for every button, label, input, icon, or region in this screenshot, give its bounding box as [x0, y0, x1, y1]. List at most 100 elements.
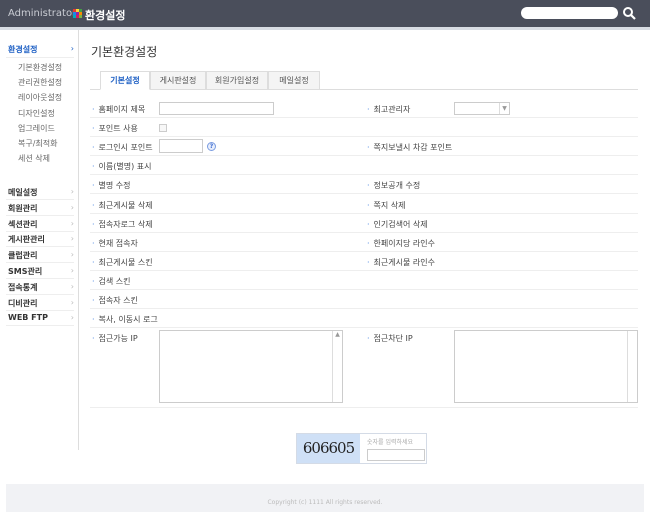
divider — [6, 262, 74, 264]
form-row: 검색 스킨 — [90, 271, 638, 290]
field-label: 현재 접속자 — [92, 238, 138, 249]
field-label: 쪽지보낼시 차감 포인트 — [367, 142, 453, 153]
field-label: 검색 스킨 — [92, 276, 131, 287]
sidebar-item[interactable]: 접속통계 › — [8, 282, 74, 293]
header-divider — [0, 27, 650, 30]
captcha-image: 606605 — [297, 434, 360, 463]
field-label: 최근게시물 라인수 — [367, 257, 435, 268]
tab[interactable]: 메일설정 — [268, 71, 320, 90]
help-icon[interactable]: ? — [207, 142, 216, 152]
header-title: 환경설정 — [85, 9, 126, 22]
chevron-right-icon: › — [70, 297, 74, 307]
homepage-title-input[interactable] — [159, 102, 274, 115]
captcha-input[interactable] — [367, 449, 425, 461]
sidebar: 환경설정 › 기본환경설정관리권한설정레이아웃설정디자인설정업그레이드복구/최적화세… — [0, 30, 79, 450]
field-label: 복사, 이동시 로그 — [92, 314, 158, 325]
sidebar-item-label: 접속통계 — [8, 282, 38, 292]
captcha: 606605 숫자를 입력하세요 — [296, 433, 427, 464]
form-row: 접근가능 IP 접근차단 IP ▲ — [90, 328, 638, 409]
field-label: 이름(별명) 표시 — [92, 161, 152, 172]
divider — [6, 199, 74, 200]
field-label: 로그인시 포인트 — [92, 142, 153, 153]
field-label: 최고관리자 — [367, 104, 411, 115]
scrollbar[interactable] — [627, 331, 637, 403]
divider — [6, 230, 74, 232]
field-label: 접속자 스킨 — [92, 295, 138, 306]
sidebar-item[interactable]: WEB FTP › — [8, 313, 74, 322]
tab[interactable]: 회원가입설정 — [206, 71, 268, 90]
sidebar-item-label: 게시판관리 — [8, 235, 45, 245]
field-label: 홈페이지 제목 — [92, 104, 146, 115]
divider — [6, 57, 74, 58]
footer: Copyright (c) 1111 All rights reserved. — [6, 484, 644, 512]
sidebar-item-label: 섹션관리 — [8, 219, 38, 229]
sidebar-item-label: 클럽관리 — [8, 251, 38, 261]
chevron-right-icon: › — [70, 234, 74, 244]
field-label: 최근게시물 삭제 — [92, 200, 153, 211]
ip-allow-textarea[interactable]: ▲ — [159, 330, 343, 404]
sidebar-item[interactable]: 메일설정 › — [8, 187, 74, 198]
tab[interactable]: 기본설정 — [100, 71, 150, 90]
chevron-right-icon: › — [70, 218, 74, 228]
form-row: 로그인시 포인트 쪽지보낼시 차감 포인트? — [90, 137, 638, 157]
field-label: 포인트 사용 — [92, 123, 138, 134]
sidebar-subitem[interactable]: 디자인설정 — [18, 108, 55, 119]
field-label: 정보공개 수정 — [367, 180, 421, 191]
sidebar-item[interactable]: 게시판관리 › — [8, 234, 74, 245]
sidebar-subitem[interactable]: 기본환경설정 — [18, 62, 62, 73]
sidebar-item-label: WEB FTP — [8, 313, 48, 323]
sidebar-subitem[interactable]: 업그레이드 — [18, 123, 55, 134]
form-row: 별명 수정 정보공개 수정 — [90, 175, 638, 195]
field-label: 별명 수정 — [92, 180, 131, 191]
sidebar-item-label: 디비관리 — [8, 298, 38, 308]
page-title: 기본환경설정 — [91, 45, 158, 59]
search-input[interactable] — [521, 7, 618, 19]
sidebar-subitem[interactable]: 세션 삭제 — [18, 153, 50, 164]
form-row: 접속자 스킨 — [90, 290, 638, 309]
divider — [6, 214, 74, 216]
chevron-down-icon: ▼ — [499, 103, 509, 114]
form-row: 이름(별명) 표시 — [90, 156, 638, 176]
field-label: 한페이지당 라인수 — [367, 238, 435, 249]
sidebar-subitem[interactable]: 레이아웃설정 — [18, 92, 62, 103]
sidebar-item[interactable]: 디비관리 › — [8, 298, 74, 309]
form-row: 최근게시물 스킨 최근게시물 라인수 — [90, 252, 638, 271]
chevron-right-icon: › — [70, 250, 74, 260]
sidebar-item[interactable]: 클럽관리 › — [8, 250, 74, 261]
ip-block-textarea[interactable] — [454, 330, 638, 404]
point-checkbox[interactable] — [159, 124, 167, 133]
form-row: 홈페이지 제목 최고관리자 ▼ — [90, 99, 638, 118]
sidebar-item[interactable]: 회원관리 › — [8, 203, 74, 214]
chevron-right-icon: › — [70, 187, 74, 196]
form-row: 포인트 사용 — [90, 118, 638, 138]
form-row: 접속자로그 삭제 인기검색어 삭제 — [90, 214, 638, 233]
sidebar-item-settings[interactable]: 환경설정 › — [8, 44, 74, 55]
field-label: 최근게시물 스킨 — [92, 257, 153, 268]
search-icon[interactable] — [622, 6, 636, 20]
tab[interactable]: 게시판설정 — [150, 71, 206, 90]
sidebar-item-label: 메일설정 — [8, 188, 38, 197]
sidebar-item-label: SMS관리 — [8, 267, 43, 276]
login-point-input[interactable] — [159, 139, 203, 154]
chevron-right-icon: › — [70, 313, 74, 323]
sidebar-item[interactable]: 섹션관리 › — [8, 219, 74, 230]
chevron-right-icon: › — [70, 266, 74, 275]
form-row: 최근게시물 삭제 쪽지 삭제 — [90, 195, 638, 214]
copyright: Copyright (c) 1111 All rights reserved. — [267, 499, 383, 506]
chevron-right-icon: › — [70, 44, 74, 53]
field-label: 인기검색어 삭제 — [367, 219, 428, 230]
scrollbar[interactable]: ▲ — [332, 331, 342, 403]
chevron-right-icon: › — [70, 281, 74, 291]
logo-icon — [73, 9, 82, 18]
captcha-hint: 숫자를 입력하세요 — [367, 439, 414, 446]
form-row: 현재 접속자 한페이지당 라인수 — [90, 233, 638, 252]
divider — [6, 246, 74, 248]
sidebar-subitem[interactable]: 복구/최적화 — [18, 138, 58, 149]
sidebar-subitem[interactable]: 관리권한설정 — [18, 77, 62, 88]
form-row: 복사, 이동시 로그 — [90, 309, 638, 329]
divider — [6, 293, 74, 295]
top-header: Administrator 환경설정 — [0, 0, 650, 27]
admin-select[interactable]: ▼ — [454, 102, 510, 115]
sidebar-item[interactable]: SMS관리 › — [8, 266, 74, 277]
divider — [6, 309, 74, 311]
